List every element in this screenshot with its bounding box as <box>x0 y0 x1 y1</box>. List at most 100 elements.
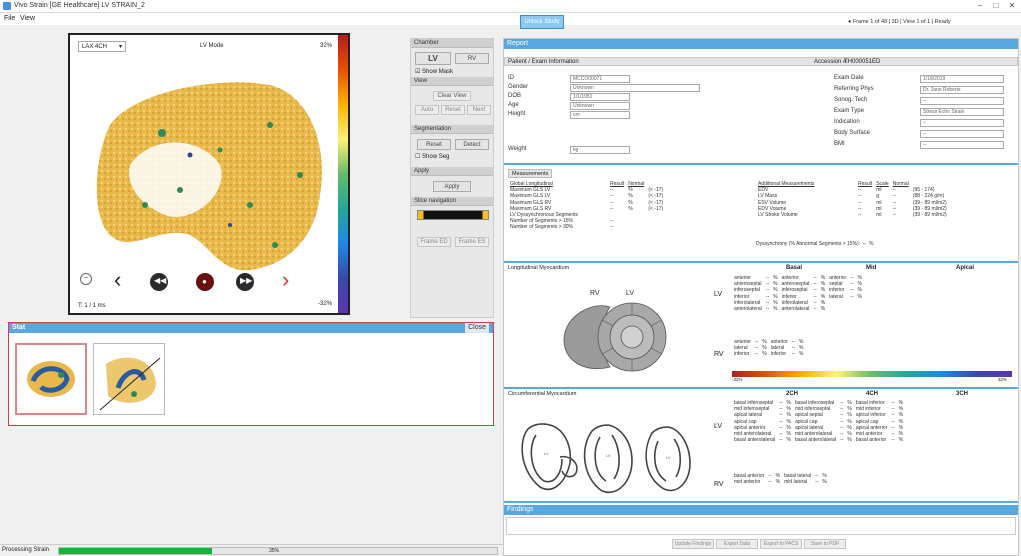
table-cell: % <box>847 437 852 444</box>
thumbnail-image <box>99 357 161 411</box>
table-cell: basal anterior <box>734 473 765 480</box>
table-cell: -- <box>754 351 759 358</box>
frame-es-button[interactable]: Frame ES <box>455 237 489 247</box>
footer-button-0[interactable]: Update Findings <box>672 539 714 549</box>
patient-field-label: DOB <box>508 93 522 99</box>
show-seg-checkbox[interactable]: ☐ Show Seg <box>415 153 449 160</box>
table-cell: inferolateral <box>734 299 761 306</box>
menu-view[interactable]: View <box>20 15 35 22</box>
table-cell: -- <box>858 212 862 219</box>
slice-slider[interactable] <box>417 210 489 220</box>
maximize-button[interactable]: □ <box>989 1 1003 12</box>
table-cell: inferolateral <box>781 299 808 306</box>
footer-button-1[interactable]: Export Data <box>716 539 758 549</box>
table-cell: % <box>775 479 781 486</box>
zoom-out-icon[interactable]: − <box>80 273 92 285</box>
circ-col-4ch: 4CH <box>866 391 879 397</box>
title-bar: Vivo Strain [GE Healthcare] LV STRAIN_2 … <box>0 0 1021 13</box>
table-header-cell: Result <box>858 181 873 188</box>
frame-ed-button[interactable]: Frame ED <box>417 237 451 247</box>
circumferential-lv-table: basal inferoseptal --% basal inferoseptal -… <box>732 400 905 443</box>
close-panel-button[interactable]: Close <box>465 323 489 333</box>
patient-field-input[interactable]: cm <box>570 111 630 119</box>
view-reset-button[interactable]: Reset <box>441 105 465 115</box>
table-cell: (88 - 224 g/m) <box>912 193 945 200</box>
circ-lv-label: LV <box>714 423 723 430</box>
slice-nav-header: Slice navigation <box>411 197 493 206</box>
table-cell: basal anterolateral <box>734 437 776 444</box>
findings-textarea[interactable] <box>506 517 1016 535</box>
table-cell: inferior <box>770 351 787 358</box>
exam-field-input[interactable]: -- <box>920 119 1004 127</box>
dyssynchrony-value: -- <box>862 241 867 247</box>
table-cell: apical anterior <box>855 424 888 431</box>
clear-view-button[interactable]: Clear View <box>433 91 471 101</box>
table-cell: -- <box>892 212 897 219</box>
circ-col-3ch: 3CH <box>956 391 969 397</box>
additional-measurements-table: Additional Measurements Result Scale Normal… <box>756 181 949 218</box>
view-thumbnail[interactable] <box>15 343 87 415</box>
dyssynchrony-unit: % <box>868 241 874 247</box>
exam-field-input[interactable]: -- <box>920 130 1004 138</box>
strain-row: Number of Segments > 30% -- <box>508 224 665 230</box>
table-cell: % <box>820 306 826 313</box>
table-cell: mid lateral <box>784 479 808 486</box>
global-strain-table: Global Longitudinal Result Normal Maximum G… <box>508 181 665 231</box>
close-button[interactable]: ✕ <box>1005 1 1019 12</box>
minimize-button[interactable]: – <box>973 1 987 12</box>
progress-bar: 35% <box>58 547 498 555</box>
lv-button[interactable]: LV <box>415 52 451 65</box>
exam-field-input[interactable]: -- <box>920 97 1004 105</box>
view-next-button[interactable]: Next <box>467 105 491 115</box>
seg-detect-button[interactable]: Detect <box>455 139 489 150</box>
color-scale-max: 32% <box>998 377 1008 382</box>
view-select[interactable]: LAX 4CH ▾ <box>78 41 126 52</box>
next-arrow-icon[interactable]: › <box>282 269 289 291</box>
exam-field-input[interactable]: 1/18/2019 <box>920 75 1004 83</box>
bullseye-diagram: RV LV <box>563 290 667 372</box>
patient-field-input[interactable]: Unknown <box>570 84 700 92</box>
patient-field-label: ID <box>508 75 514 81</box>
exam-field-label: Sonog. Tech <box>834 97 868 103</box>
patient-field-input[interactable]: 1/1/1951 <box>570 93 630 101</box>
table-cell: -- <box>840 437 844 444</box>
patient-field-input[interactable]: kg <box>570 146 630 154</box>
rewind-icon[interactable]: ◀◀ <box>150 273 168 291</box>
segment-row: basal anterolateral --% basal anterolatera… <box>732 437 905 443</box>
footer-button-2[interactable]: Export to PACS <box>760 539 802 549</box>
view-thumbnail[interactable] <box>93 343 165 415</box>
section-divider <box>504 261 1018 263</box>
echo-image-viewer[interactable]: LAX 4CH ▾ LV Mode 32% -32% − ‹ ◀◀ ● ▶▶ ›… <box>68 33 350 315</box>
long-rv-label: RV <box>714 351 724 358</box>
show-mask-checkbox[interactable]: ☑ Show Mask <box>415 68 453 75</box>
dyssynchrony-row: Dyssynchrony (% Abnormal Segments > 15%)… <box>756 241 873 247</box>
section-divider <box>504 163 1018 165</box>
table-cell: mid anterolateral <box>734 431 772 438</box>
view-auto-button[interactable]: Auto <box>415 105 439 115</box>
frame-info: T: 1 / 1 ms <box>78 303 106 309</box>
show-seg-label: Show Seg <box>422 154 450 160</box>
measurements-tab[interactable]: Measurements <box>508 169 552 178</box>
patient-left-fields: ID MCCO00071 Gender Unknown DOB 1/1/1951 Age Un… <box>508 75 748 165</box>
views-panel-title: Stat <box>12 324 26 331</box>
exam-field-input[interactable]: Stress Echo Strain <box>920 108 1004 116</box>
exam-field-input[interactable]: Dr. Jane Roberts <box>920 86 1004 94</box>
exam-field-input[interactable]: -- <box>920 141 1004 149</box>
chevron-down-icon: ▾ <box>118 44 122 50</box>
unlock-study-button[interactable]: Unlock Study <box>520 15 564 29</box>
seg-reset-button[interactable]: Reset <box>417 139 451 150</box>
fast-forward-icon[interactable]: ▶▶ <box>236 273 254 291</box>
rv-button[interactable]: RV <box>455 53 489 64</box>
apply-button[interactable]: Apply <box>433 181 471 192</box>
footer-button-3[interactable]: Save to PDF <box>804 539 846 549</box>
patient-field-input[interactable]: MCCO00071 <box>570 75 630 83</box>
previous-arrow-icon[interactable]: ‹ <box>114 269 121 291</box>
views-panel: Stat Close <box>8 322 494 426</box>
patient-field-input[interactable]: Unknown <box>570 102 630 110</box>
record-icon[interactable]: ● <box>196 273 214 291</box>
table-cell: anteroseptal <box>734 281 762 288</box>
table-cell <box>827 306 848 312</box>
segment-row: mid inferoseptal --% mid inferoseptal --% mi… <box>732 406 905 412</box>
segmentation-header: Segmentation <box>411 125 493 134</box>
menu-file[interactable]: File <box>4 15 15 22</box>
